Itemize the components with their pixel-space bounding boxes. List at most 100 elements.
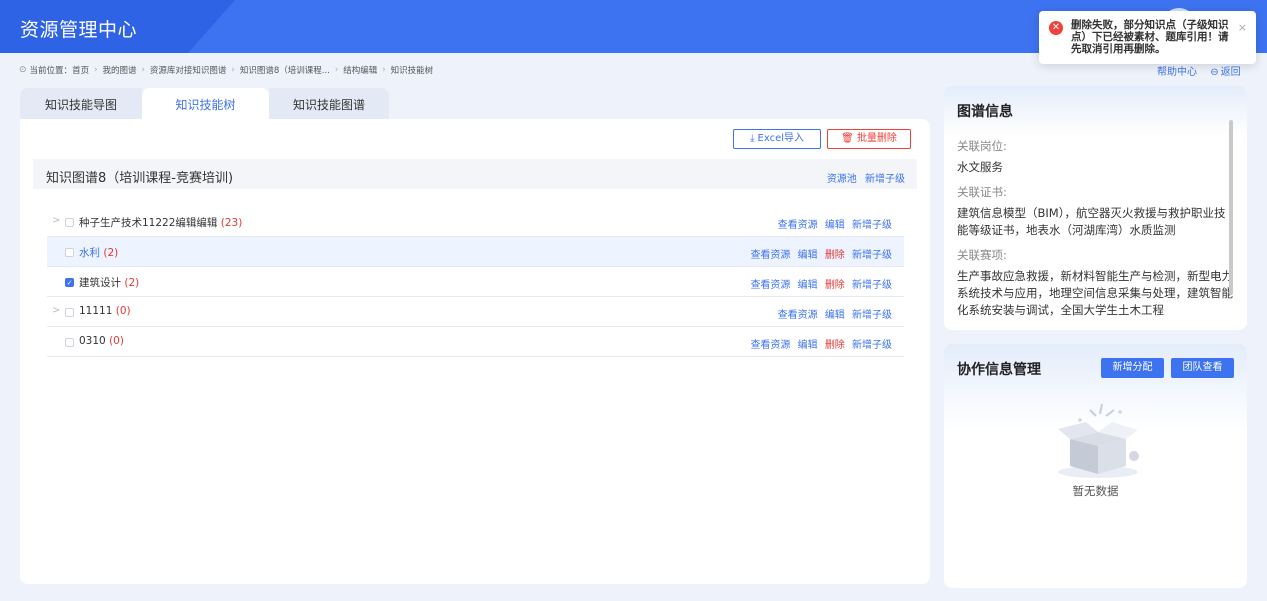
empty-box-icon (1058, 403, 1139, 478)
row-name[interactable]: 0310 (0) (79, 335, 124, 347)
trash-icon: 🗑 (841, 133, 857, 144)
delete-link[interactable]: 删除 (825, 340, 845, 351)
edit-link[interactable]: 编辑 (825, 220, 845, 231)
edit-link[interactable]: 编辑 (798, 280, 818, 291)
delete-link[interactable]: 删除 (825, 280, 845, 291)
top-links: 帮助中心 ⊖ 返回 (1157, 63, 1251, 78)
add-assignment-button[interactable]: 新增分配 (1101, 358, 1164, 378)
row-checkbox[interactable] (65, 338, 74, 347)
view-resource-link[interactable]: 查看资源 (750, 340, 790, 351)
breadcrumb: ⊙ 当前位置： 首页 › 我的图谱 › 资源库对接知识图谱 › 知识图谱8（培训… (19, 64, 433, 76)
row-label: 建筑设计 (79, 277, 121, 289)
help-center-link[interactable]: 帮助中心 (1157, 67, 1197, 78)
resource-pool-link[interactable]: 资源池 (827, 174, 857, 185)
close-icon[interactable]: × (1238, 21, 1247, 34)
row-checkbox[interactable] (65, 218, 74, 227)
tab-mindmap[interactable]: 知识技能导图 (20, 88, 142, 120)
tab-graph[interactable]: 知识技能图谱 (269, 88, 389, 120)
toast-message: 删除失败，部分知识点（子级知识点）下已经被素材、题库引用！请先取消引用再删除。 (1071, 19, 1229, 55)
add-child-link[interactable]: 新增子级 (852, 310, 892, 321)
graph-info-panel: 图谱信息 关联岗位: 水文服务 关联证书: 建筑信息模型（BIM），航空器灭火救… (944, 86, 1247, 330)
graph-actions: 资源池 新增子级 (822, 170, 905, 185)
row-count: (2) (103, 247, 119, 259)
breadcrumb-item-structure[interactable]: 结构编辑 (343, 64, 377, 76)
batch-delete-button[interactable]: 🗑 批量删除 (827, 129, 911, 149)
view-resource-link[interactable]: 查看资源 (778, 220, 818, 231)
row-actions: 查看资源 编辑 删除 新增子级 (746, 276, 892, 291)
tab-skill-tree[interactable]: 知识技能树 (142, 88, 269, 120)
breadcrumb-item-current: 知识技能树 (390, 66, 434, 76)
row-checkbox[interactable] (65, 308, 74, 317)
tree-row: > 种子生产技术11222编辑编辑 (23) 查看资源 编辑 新增子级 (47, 207, 904, 237)
graph-name: 知识图谱8（培训课程-竞赛培训) (46, 171, 234, 186)
tree-row: > 11111 (0) 查看资源 编辑 新增子级 (47, 297, 904, 327)
edit-link[interactable]: 编辑 (825, 310, 845, 321)
tab-bar: 知识技能导图 知识技能树 知识技能图谱 (20, 88, 389, 120)
chevron-right-icon: › (334, 65, 339, 75)
post-value: 水文服务 (957, 160, 1003, 174)
tree-row: ✓ 建筑设计 (2) 查看资源 编辑 删除 新增子级 (47, 267, 904, 297)
breadcrumb-item-graph8[interactable]: 知识图谱8（培训课程... (240, 64, 330, 76)
row-name[interactable]: 水利 (2) (79, 245, 118, 260)
row-checkbox[interactable]: ✓ (65, 278, 74, 287)
chevron-right-icon: › (382, 65, 386, 75)
breadcrumb-prefix: 当前位置： (29, 66, 73, 76)
chevron-right-icon: › (94, 65, 98, 75)
view-resource-link[interactable]: 查看资源 (778, 310, 818, 321)
row-name[interactable]: 11111 (0) (79, 305, 131, 317)
tree-row: 水利 (2) 查看资源 编辑 删除 新增子级 (47, 237, 904, 267)
delete-link[interactable]: 删除 (825, 250, 845, 261)
empty-text: 暂无数据 (1072, 484, 1119, 498)
add-child-link[interactable]: 新增子级 (852, 250, 892, 261)
chevron-right-icon[interactable]: > (52, 215, 60, 226)
post-label: 关联岗位: (957, 139, 1007, 153)
app-title: 资源管理中心 (20, 19, 138, 41)
row-actions: 查看资源 编辑 删除 新增子级 (746, 336, 892, 351)
collab-title: 协作信息管理 (957, 362, 1041, 378)
row-actions: 查看资源 编辑 新增子级 (774, 306, 892, 321)
row-name[interactable]: 种子生产技术11222编辑编辑 (23) (79, 215, 242, 230)
row-count: (23) (220, 217, 243, 229)
row-count: (0) (115, 305, 131, 317)
breadcrumb-item-my-graph[interactable]: 我的图谱 (102, 64, 136, 76)
collab-panel: 协作信息管理 新增分配 团队查看 暂无数据 (944, 344, 1247, 588)
chevron-right-icon: › (141, 65, 145, 75)
contest-value: 生产事故应急救援，新材料智能生产与检测，新型电力系统技术与应用，地理空间信息采集… (957, 269, 1233, 317)
add-child-link[interactable]: 新增子级 (852, 220, 892, 231)
view-resource-link[interactable]: 查看资源 (750, 280, 790, 291)
add-child-link[interactable]: 新增子级 (852, 280, 892, 291)
tree-row: 0310 (0) 查看资源 编辑 删除 新增子级 (47, 327, 904, 357)
back-link[interactable]: ⊖ 返回 (1210, 67, 1240, 78)
excel-import-label: Excel导入 (757, 133, 805, 144)
cert-value: 建筑信息模型（BIM），航空器灭火救援与救护职业技能等级证书，地表水（河湖库湾）… (957, 206, 1226, 237)
row-count: (0) (109, 335, 124, 347)
contest-label: 关联赛项: (957, 248, 1007, 262)
add-child-link[interactable]: 新增子级 (865, 174, 905, 185)
excel-import-button[interactable]: ⤓ Excel导入 (733, 129, 821, 149)
row-actions: 查看资源 编辑 删除 新增子级 (746, 246, 892, 261)
chevron-right-icon[interactable]: > (52, 305, 60, 316)
breadcrumb-item-resource[interactable]: 资源库对接知识图谱 (150, 64, 227, 76)
team-view-button[interactable]: 团队查看 (1171, 358, 1234, 378)
info-body: 关联岗位: 水文服务 关联证书: 建筑信息模型（BIM），航空器灭火救援与救护职… (957, 132, 1233, 318)
breadcrumb-item-home[interactable]: 首页 (72, 64, 89, 76)
main-panel: ⤓ Excel导入 🗑 批量删除 知识图谱8（培训课程-竞赛培训) 资源池 新增… (20, 119, 930, 584)
row-actions: 查看资源 编辑 新增子级 (774, 216, 892, 231)
row-label: 0310 (79, 335, 106, 347)
edit-link[interactable]: 编辑 (798, 340, 818, 351)
edit-link[interactable]: 编辑 (798, 250, 818, 261)
view-resource-link[interactable]: 查看资源 (750, 250, 790, 261)
row-name[interactable]: 建筑设计 (2) (79, 275, 139, 290)
back-icon: ⊖ (1210, 67, 1219, 78)
scrollbar[interactable] (1229, 120, 1233, 295)
row-checkbox[interactable] (65, 248, 74, 257)
back-label: 返回 (1220, 67, 1241, 78)
chevron-right-icon: › (231, 65, 235, 75)
add-child-link[interactable]: 新增子级 (852, 340, 892, 351)
row-label: 种子生产技术11222编辑编辑 (79, 217, 218, 229)
location-icon: ⊙ (19, 65, 27, 75)
row-label: 11111 (79, 305, 113, 317)
download-icon: ⤓ (749, 133, 758, 144)
row-label: 水利 (79, 247, 100, 259)
batch-delete-label: 批量删除 (856, 133, 897, 144)
